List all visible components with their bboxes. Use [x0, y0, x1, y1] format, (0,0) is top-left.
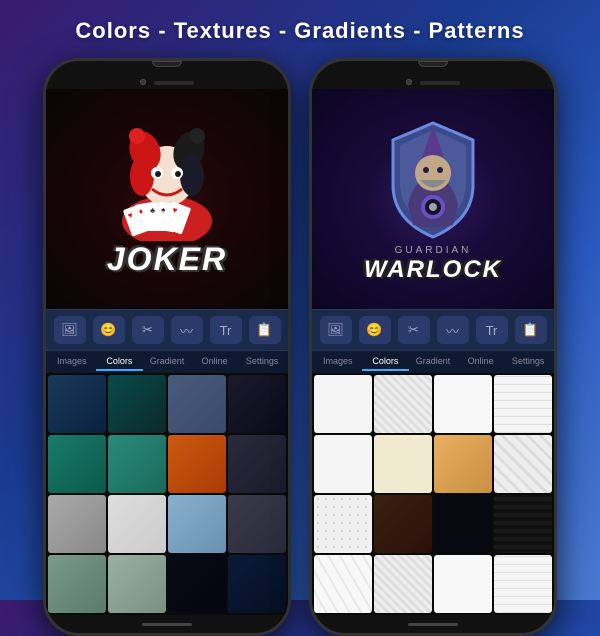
phone-left-bottom [46, 615, 288, 633]
texture-cell[interactable] [228, 435, 286, 493]
toolbar-right: 🖼 😊 ✂ 〰 Tr 📋 [312, 309, 554, 351]
toolbar-left: 🖼 😊 ✂ 〰 Tr 📋 [46, 309, 288, 351]
joker-logo-area: ♥ ♦ ♣ ♠ ♥ JOKER [46, 89, 288, 309]
warlock-logo-area: GUARDIAN WARLOCK [312, 89, 554, 309]
camera-bump-right [418, 61, 448, 67]
texture-cell[interactable] [374, 435, 432, 493]
texture-cell[interactable] [108, 555, 166, 613]
texture-cell[interactable] [228, 495, 286, 553]
texture-cell[interactable] [374, 495, 432, 553]
tab-settings-left[interactable]: Settings [238, 353, 286, 371]
texture-cell[interactable] [374, 555, 432, 613]
texture-cell[interactable] [434, 375, 492, 433]
tab-gradient-right[interactable]: Gradient [409, 353, 457, 371]
toolbar-btn-cut-right[interactable]: ✂ [398, 316, 430, 344]
texture-cell[interactable] [314, 375, 372, 433]
toolbar-btn-emoji-left[interactable]: 😊 [93, 316, 125, 344]
texture-cell[interactable] [374, 375, 432, 433]
texture-cell[interactable] [168, 495, 226, 553]
texture-cell[interactable] [494, 375, 552, 433]
texture-cell[interactable] [314, 435, 372, 493]
speaker-right [420, 81, 460, 85]
phone-right-bottom [312, 615, 554, 633]
toolbar-btn-images-left[interactable]: 🖼 [54, 316, 86, 344]
toolbar-btn-text-right[interactable]: Tr [476, 316, 508, 344]
tab-online-right[interactable]: Online [457, 353, 505, 371]
home-indicator-right [408, 623, 458, 626]
camera-bump-left [152, 61, 182, 67]
texture-grid-left [46, 373, 288, 615]
toolbar-btn-images-right[interactable]: 🖼 [320, 316, 352, 344]
phone-left-screen: ♥ ♦ ♣ ♠ ♥ JOKER 🖼 😊 ✂ 〰 Tr 📋 [46, 89, 288, 615]
speaker-left [154, 81, 194, 85]
joker-title: JOKER [107, 241, 227, 278]
toolbar-btn-copy-left[interactable]: 📋 [249, 316, 281, 344]
toolbar-btn-wave-right[interactable]: 〰 [437, 316, 469, 344]
tab-colors-right[interactable]: Colors [362, 353, 410, 371]
joker-logo: ♥ ♦ ♣ ♠ ♥ JOKER [46, 89, 288, 309]
texture-cell[interactable] [434, 555, 492, 613]
tab-images-right[interactable]: Images [314, 353, 362, 371]
warlock-character-svg [368, 115, 498, 245]
guardian-text: GUARDIAN [395, 245, 472, 256]
page-title: Colors - Textures - Gradients - Patterns [75, 0, 524, 58]
texture-cell[interactable] [228, 375, 286, 433]
texture-cell[interactable] [314, 555, 372, 613]
texture-cell[interactable] [48, 495, 106, 553]
nav-tabs-right: Images Colors Gradient Online Settings [312, 351, 554, 373]
phone-right-top-bar [312, 61, 554, 89]
texture-cell[interactable] [314, 495, 372, 553]
tab-gradient-left[interactable]: Gradient [143, 353, 191, 371]
texture-cell[interactable] [168, 375, 226, 433]
texture-cell[interactable] [494, 435, 552, 493]
phone-right-screen: GUARDIAN WARLOCK 🖼 😊 ✂ 〰 Tr 📋 Images Col… [312, 89, 554, 615]
texture-cell[interactable] [48, 375, 106, 433]
tab-online-left[interactable]: Online [191, 353, 239, 371]
tab-images-left[interactable]: Images [48, 353, 96, 371]
texture-grid-right [312, 373, 554, 615]
texture-cell[interactable] [434, 435, 492, 493]
texture-cell[interactable] [168, 555, 226, 613]
toolbar-btn-copy-right[interactable]: 📋 [515, 316, 547, 344]
joker-character-svg: ♥ ♦ ♣ ♠ ♥ [107, 121, 227, 241]
svg-text:♣: ♣ [150, 206, 156, 215]
tab-settings-right[interactable]: Settings [504, 353, 552, 371]
texture-cell[interactable] [228, 555, 286, 613]
texture-cell[interactable] [494, 495, 552, 553]
toolbar-btn-text-left[interactable]: Tr [210, 316, 242, 344]
warlock-title: WARLOCK [364, 256, 502, 284]
warlock-logo: GUARDIAN WARLOCK [312, 89, 554, 309]
texture-cell[interactable] [108, 495, 166, 553]
texture-cell[interactable] [108, 375, 166, 433]
camera-dot-right [406, 79, 412, 85]
phone-left-top-bar [46, 61, 288, 89]
phone-right: GUARDIAN WARLOCK 🖼 😊 ✂ 〰 Tr 📋 Images Col… [309, 58, 557, 636]
texture-cell[interactable] [168, 435, 226, 493]
phones-container: ♥ ♦ ♣ ♠ ♥ JOKER 🖼 😊 ✂ 〰 Tr 📋 [0, 58, 600, 636]
texture-cell[interactable] [48, 435, 106, 493]
texture-cell[interactable] [48, 555, 106, 613]
toolbar-btn-cut-left[interactable]: ✂ [132, 316, 164, 344]
toolbar-btn-wave-left[interactable]: 〰 [171, 316, 203, 344]
tab-colors-left[interactable]: Colors [96, 353, 144, 371]
toolbar-btn-emoji-right[interactable]: 😊 [359, 316, 391, 344]
home-indicator-left [142, 623, 192, 626]
texture-cell[interactable] [494, 555, 552, 613]
nav-tabs-left: Images Colors Gradient Online Settings [46, 351, 288, 373]
texture-cell[interactable] [434, 495, 492, 553]
texture-cell[interactable] [108, 435, 166, 493]
phone-left: ♥ ♦ ♣ ♠ ♥ JOKER 🖼 😊 ✂ 〰 Tr 📋 [43, 58, 291, 636]
camera-dot-left [140, 79, 146, 85]
